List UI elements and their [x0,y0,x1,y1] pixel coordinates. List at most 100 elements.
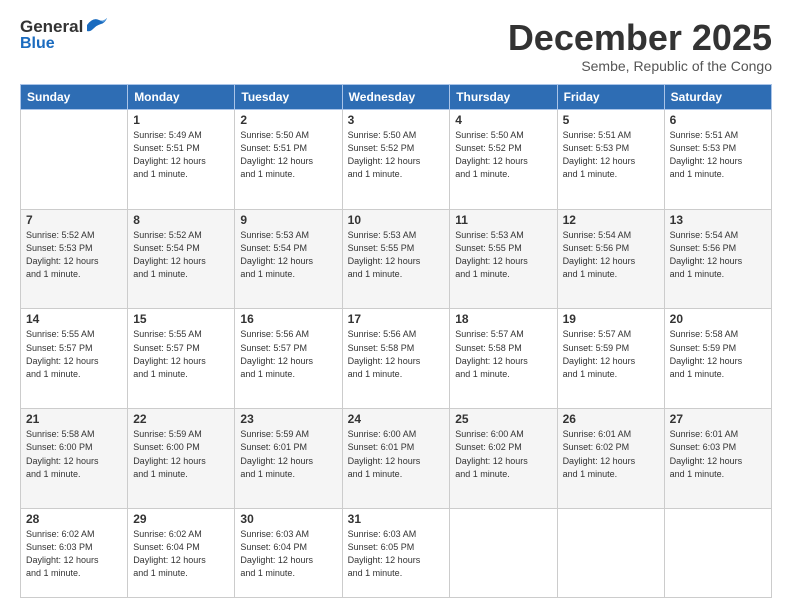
day-info: Sunrise: 6:00 AM Sunset: 6:02 PM Dayligh… [455,428,551,480]
calendar-week-row: 14 Sunrise: 5:55 AM Sunset: 5:57 PM Dayli… [21,309,772,409]
day-number: 5 [563,113,659,127]
day-number: 10 [348,213,445,227]
day-info: Sunrise: 5:59 AM Sunset: 6:00 PM Dayligh… [133,428,229,480]
day-number: 25 [455,412,551,426]
day-number: 13 [670,213,766,227]
table-row: 1Sunrise: 5:49 AM Sunset: 5:51 PM Daylig… [128,109,235,209]
calendar-week-row: 21 Sunrise: 5:58 AM Sunset: 6:00 PM Dayli… [21,409,772,509]
table-row: 5Sunrise: 5:51 AM Sunset: 5:53 PM Daylig… [557,109,664,209]
col-sunday: Sunday [21,84,128,109]
table-row: 20 Sunrise: 5:58 AM Sunset: 5:59 PM Dayli… [664,309,771,409]
table-row: 25 Sunrise: 6:00 AM Sunset: 6:02 PM Dayli… [450,409,557,509]
month-title: December 2025 [508,18,772,58]
day-info: Sunrise: 5:55 AM Sunset: 5:57 PM Dayligh… [26,328,122,380]
day-number: 23 [240,412,336,426]
table-row: 9Sunrise: 5:53 AM Sunset: 5:54 PM Daylig… [235,209,342,309]
table-row: 30 Sunrise: 6:03 AM Sunset: 6:04 PM Dayli… [235,509,342,598]
day-info: Sunrise: 6:01 AM Sunset: 6:03 PM Dayligh… [670,428,766,480]
day-info: Sunrise: 6:02 AM Sunset: 6:03 PM Dayligh… [26,528,122,580]
day-info: Sunrise: 5:56 AM Sunset: 5:58 PM Dayligh… [348,328,445,380]
table-row: 3 Sunrise: 5:50 AM Sunset: 5:52 PM Daylig… [342,109,450,209]
logo-bird-icon [85,15,111,35]
day-number: 31 [348,512,445,526]
table-row: 16Sunrise: 5:56 AM Sunset: 5:57 PM Dayli… [235,309,342,409]
day-info: Sunrise: 5:57 AM Sunset: 5:58 PM Dayligh… [455,328,551,380]
day-info: Sunrise: 6:00 AM Sunset: 6:01 PM Dayligh… [348,428,445,480]
table-row: 26Sunrise: 6:01 AM Sunset: 6:02 PM Dayli… [557,409,664,509]
day-number: 24 [348,412,445,426]
table-row: 18 Sunrise: 5:57 AM Sunset: 5:58 PM Dayli… [450,309,557,409]
col-wednesday: Wednesday [342,84,450,109]
table-row [664,509,771,598]
table-row: 31Sunrise: 6:03 AM Sunset: 6:05 PM Dayli… [342,509,450,598]
day-info: Sunrise: 5:55 AM Sunset: 5:57 PM Dayligh… [133,328,229,380]
day-number: 19 [563,312,659,326]
day-number: 14 [26,312,122,326]
table-row: 21 Sunrise: 5:58 AM Sunset: 6:00 PM Dayli… [21,409,128,509]
day-info: Sunrise: 5:58 AM Sunset: 6:00 PM Dayligh… [26,428,122,480]
day-number: 20 [670,312,766,326]
table-row [21,109,128,209]
table-row: 8 Sunrise: 5:52 AM Sunset: 5:54 PM Daylig… [128,209,235,309]
table-row: 10 Sunrise: 5:53 AM Sunset: 5:55 PM Dayli… [342,209,450,309]
day-number: 8 [133,213,229,227]
day-info: Sunrise: 5:53 AM Sunset: 5:55 PM Dayligh… [455,229,551,281]
day-number: 11 [455,213,551,227]
day-info: Sunrise: 5:51 AM Sunset: 5:53 PM Dayligh… [670,129,766,181]
day-number: 12 [563,213,659,227]
day-info: Sunrise: 5:50 AM Sunset: 5:52 PM Dayligh… [348,129,445,181]
table-row: 17Sunrise: 5:56 AM Sunset: 5:58 PM Dayli… [342,309,450,409]
table-row: 28 Sunrise: 6:02 AM Sunset: 6:03 PM Dayli… [21,509,128,598]
table-row: 19 Sunrise: 5:57 AM Sunset: 5:59 PM Dayli… [557,309,664,409]
table-row [557,509,664,598]
day-info: Sunrise: 5:50 AM Sunset: 5:52 PM Dayligh… [455,129,551,181]
table-row: 27 Sunrise: 6:01 AM Sunset: 6:03 PM Dayli… [664,409,771,509]
day-info: Sunrise: 5:58 AM Sunset: 5:59 PM Dayligh… [670,328,766,380]
table-row: 11 Sunrise: 5:53 AM Sunset: 5:55 PM Dayli… [450,209,557,309]
page: General Blue December 2025 Sembe, Republ… [0,0,792,612]
day-info: Sunrise: 5:50 AM Sunset: 5:51 PM Dayligh… [240,129,336,181]
table-row: 12Sunrise: 5:54 AM Sunset: 5:56 PM Dayli… [557,209,664,309]
day-number: 4 [455,113,551,127]
day-number: 9 [240,213,336,227]
col-saturday: Saturday [664,84,771,109]
table-row: 13 Sunrise: 5:54 AM Sunset: 5:56 PM Dayli… [664,209,771,309]
header: General Blue December 2025 Sembe, Republ… [20,18,772,74]
day-number: 27 [670,412,766,426]
col-friday: Friday [557,84,664,109]
location-subtitle: Sembe, Republic of the Congo [508,58,772,74]
table-row: 23 Sunrise: 5:59 AM Sunset: 6:01 PM Dayli… [235,409,342,509]
day-info: Sunrise: 5:54 AM Sunset: 5:56 PM Dayligh… [670,229,766,281]
day-number: 2 [240,113,336,127]
calendar-table: Sunday Monday Tuesday Wednesday Thursday… [20,84,772,598]
day-info: Sunrise: 5:53 AM Sunset: 5:55 PM Dayligh… [348,229,445,281]
day-info: Sunrise: 5:52 AM Sunset: 5:54 PM Dayligh… [133,229,229,281]
day-info: Sunrise: 5:57 AM Sunset: 5:59 PM Dayligh… [563,328,659,380]
day-number: 7 [26,213,122,227]
day-info: Sunrise: 6:01 AM Sunset: 6:02 PM Dayligh… [563,428,659,480]
day-number: 3 [348,113,445,127]
table-row: 14 Sunrise: 5:55 AM Sunset: 5:57 PM Dayli… [21,309,128,409]
calendar-week-row: 28 Sunrise: 6:02 AM Sunset: 6:03 PM Dayli… [21,509,772,598]
day-info: Sunrise: 5:52 AM Sunset: 5:53 PM Dayligh… [26,229,122,281]
day-number: 30 [240,512,336,526]
day-info: Sunrise: 6:03 AM Sunset: 6:04 PM Dayligh… [240,528,336,580]
calendar-header-row: Sunday Monday Tuesday Wednesday Thursday… [21,84,772,109]
table-row: 2 Sunrise: 5:50 AM Sunset: 5:51 PM Daylig… [235,109,342,209]
col-tuesday: Tuesday [235,84,342,109]
day-number: 15 [133,312,229,326]
day-info: Sunrise: 5:59 AM Sunset: 6:01 PM Dayligh… [240,428,336,480]
day-number: 29 [133,512,229,526]
day-number: 21 [26,412,122,426]
table-row: 22Sunrise: 5:59 AM Sunset: 6:00 PM Dayli… [128,409,235,509]
logo: General Blue [20,18,111,52]
calendar-week-row: 7 Sunrise: 5:52 AM Sunset: 5:53 PM Daylig… [21,209,772,309]
col-monday: Monday [128,84,235,109]
day-info: Sunrise: 5:56 AM Sunset: 5:57 PM Dayligh… [240,328,336,380]
day-number: 1 [133,113,229,127]
day-number: 28 [26,512,122,526]
table-row: 6Sunrise: 5:51 AM Sunset: 5:53 PM Daylig… [664,109,771,209]
table-row [450,509,557,598]
table-row: 24 Sunrise: 6:00 AM Sunset: 6:01 PM Dayli… [342,409,450,509]
day-number: 18 [455,312,551,326]
